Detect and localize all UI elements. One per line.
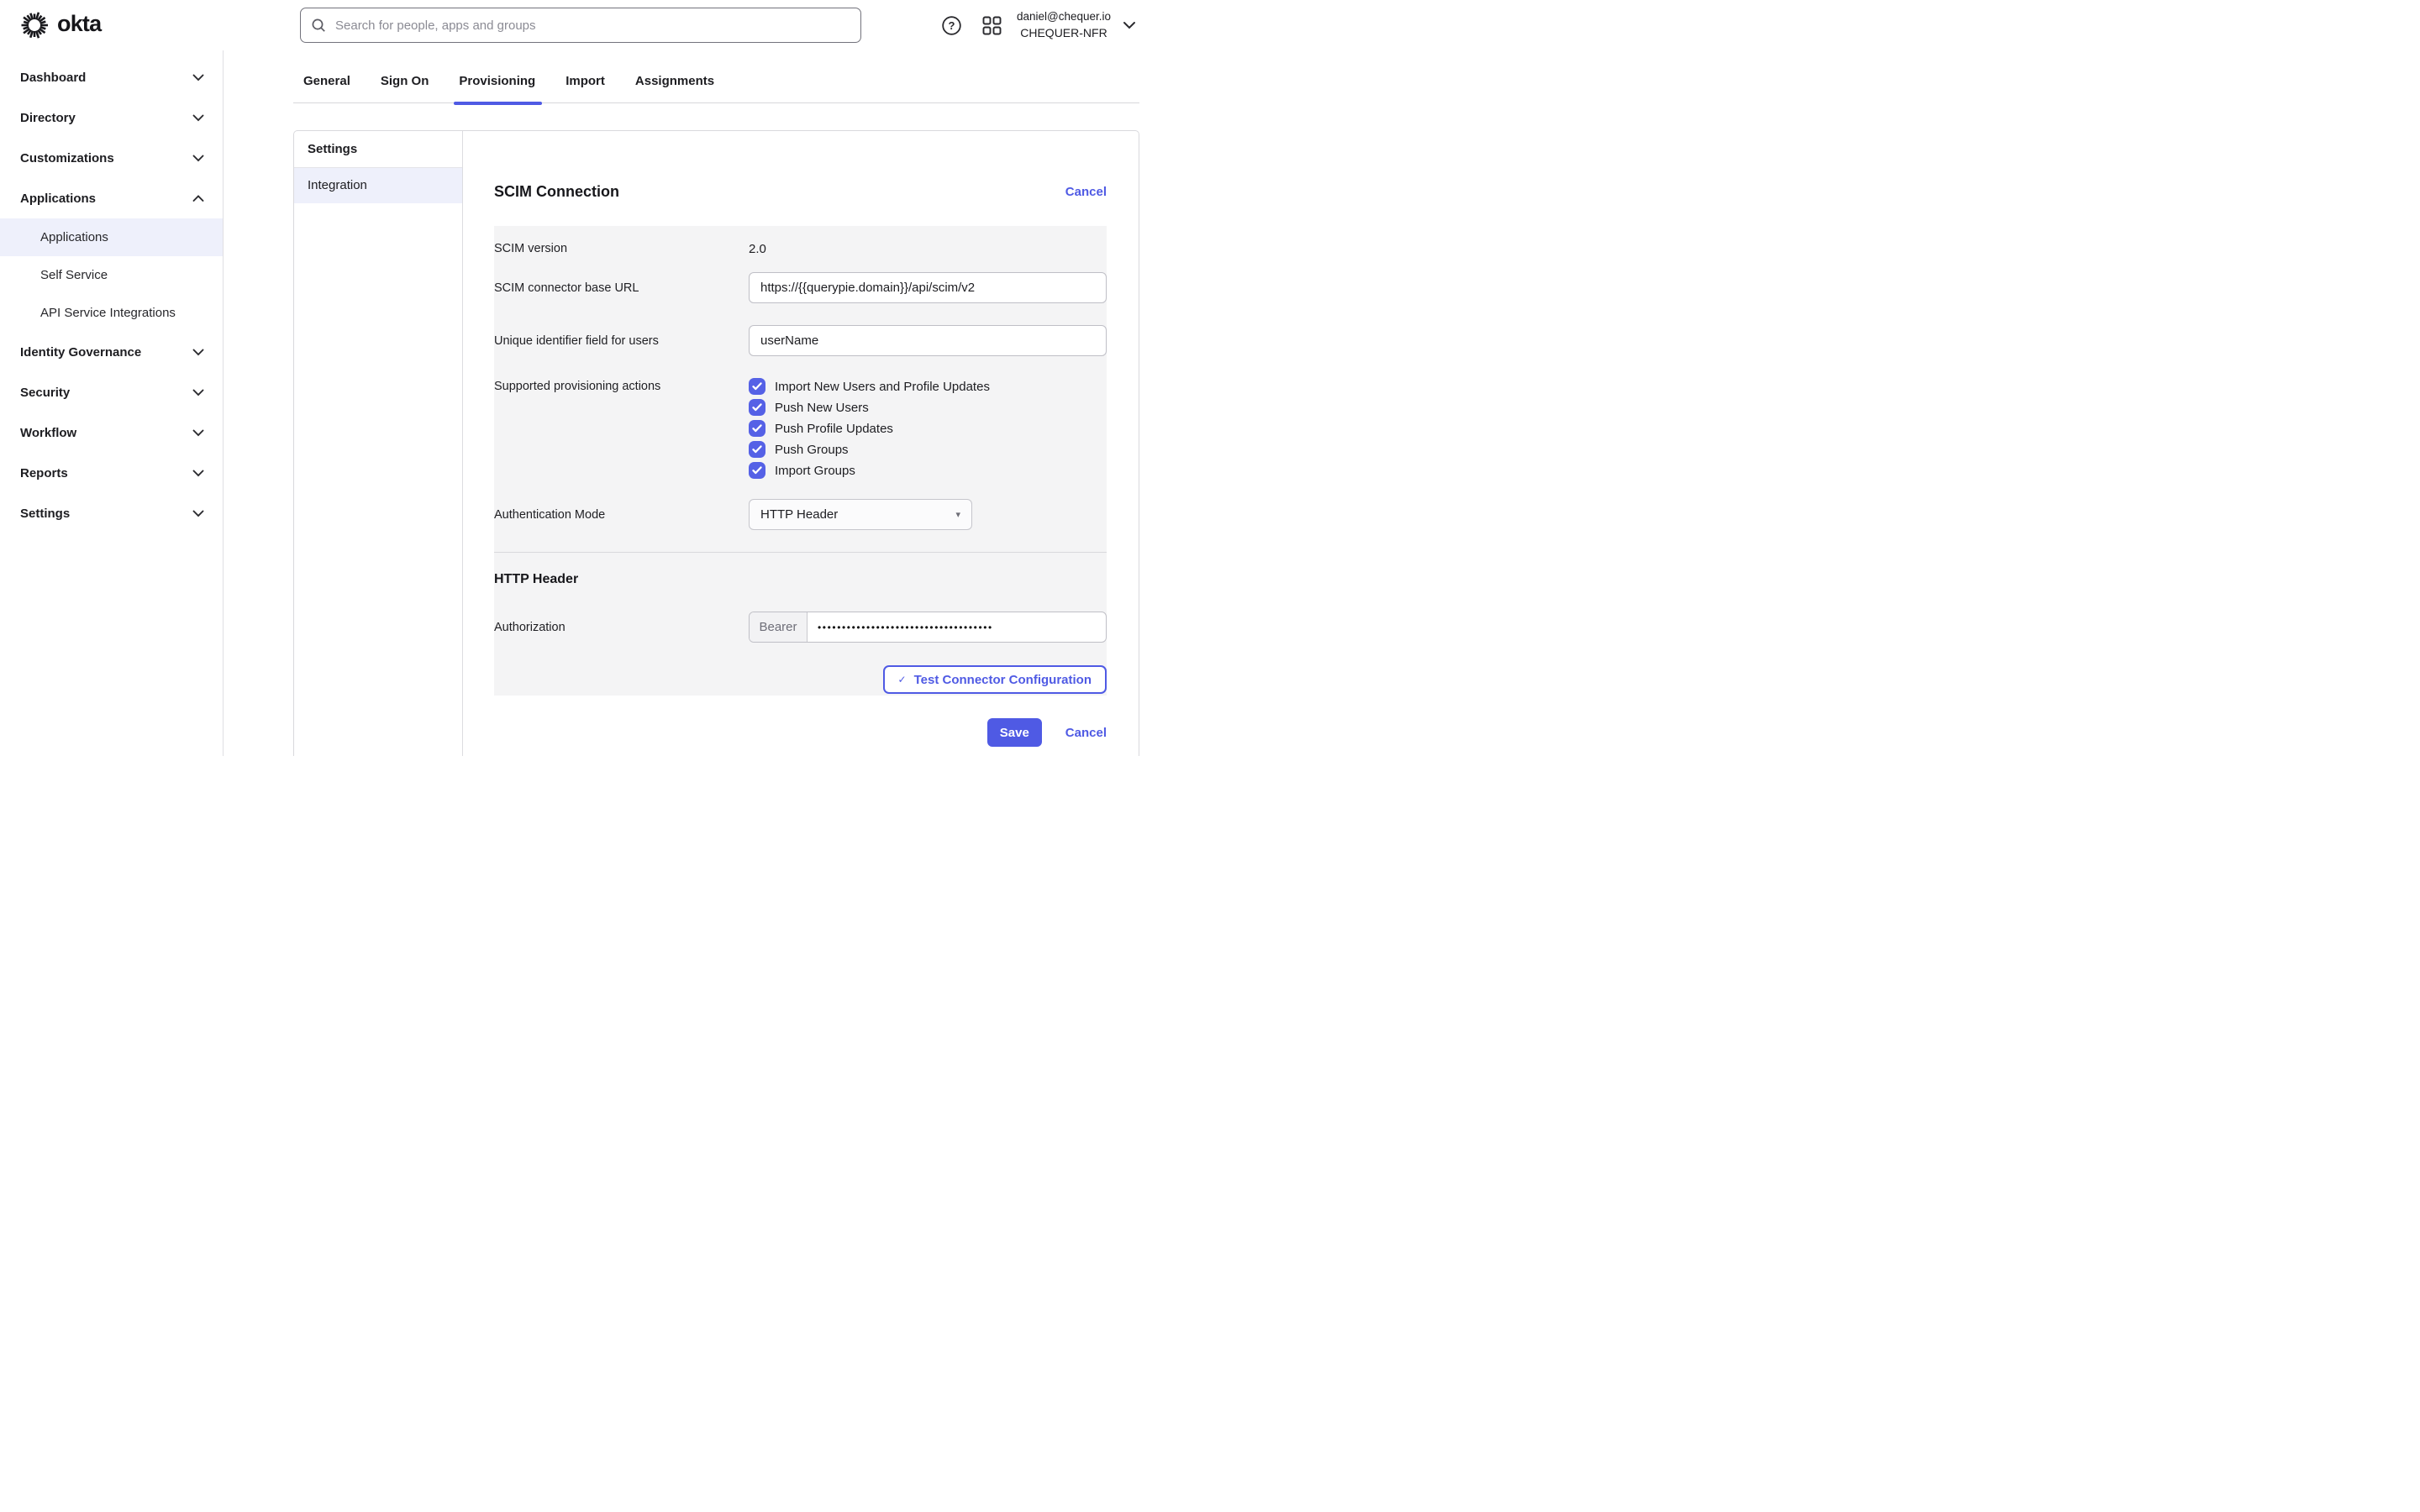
chevron-down-icon	[192, 349, 204, 356]
bearer-prefix: Bearer	[750, 612, 808, 642]
select-arrow-icon: ▾	[955, 509, 960, 520]
okta-admin-window: okta ?	[0, 0, 1210, 756]
check-icon: ✓	[898, 674, 907, 685]
sidebar: Dashboard Directory Customizations Appli…	[0, 50, 224, 756]
checkbox-import-groups[interactable]: Import Groups	[749, 462, 1107, 479]
scim-version-label: SCIM version	[494, 240, 749, 259]
sidebar-item-workflow[interactable]: Workflow	[0, 412, 223, 453]
checked-checkbox-icon	[749, 420, 765, 437]
checked-checkbox-icon	[749, 462, 765, 479]
checked-checkbox-icon	[749, 378, 765, 395]
chevron-down-icon	[192, 114, 204, 122]
chevron-down-icon	[192, 389, 204, 396]
sidebar-item-applications[interactable]: Applications	[0, 178, 223, 218]
tab-assignments[interactable]: Assignments	[635, 74, 714, 102]
account-chevron-down-icon[interactable]	[1123, 21, 1136, 29]
sidebar-item-applications-child[interactable]: Applications	[0, 218, 223, 256]
subnav-header: Settings	[294, 131, 462, 168]
svg-text:?: ?	[948, 19, 955, 32]
checkbox-push-groups[interactable]: Push Groups	[749, 441, 1107, 458]
auth-mode-select[interactable]: HTTP Header ▾	[749, 499, 972, 530]
checked-checkbox-icon	[749, 399, 765, 416]
okta-logo[interactable]: okta	[20, 11, 101, 39]
section-divider	[494, 552, 1107, 553]
sidebar-item-reports[interactable]: Reports	[0, 453, 223, 493]
tab-provisioning[interactable]: Provisioning	[459, 74, 535, 102]
base-url-label: SCIM connector base URL	[494, 272, 749, 303]
chevron-down-icon	[192, 470, 204, 477]
scim-connection-panel: SCIM Connection Cancel SCIM version 2.0 …	[463, 131, 1139, 756]
authorization-token-input[interactable]: ••••••••••••••••••••••••••••••••••••	[808, 612, 1106, 642]
main-content: General Sign On Provisioning Import Assi…	[224, 50, 1210, 756]
authorization-label: Authorization	[494, 612, 749, 643]
help-icon[interactable]: ?	[941, 15, 962, 36]
sidebar-item-api-service-integrations[interactable]: API Service Integrations	[0, 294, 223, 332]
scim-version-value: 2.0	[749, 240, 1107, 259]
provisioning-actions-label: Supported provisioning actions	[494, 378, 749, 479]
tab-general[interactable]: General	[303, 74, 350, 102]
chevron-down-icon	[192, 74, 204, 81]
account-org: CHEQUER-NFR	[1017, 25, 1111, 41]
chevron-down-icon	[192, 510, 204, 517]
sidebar-item-customizations[interactable]: Customizations	[0, 138, 223, 178]
tab-import[interactable]: Import	[566, 74, 605, 102]
app-grid-icon[interactable]	[982, 16, 1002, 35]
cancel-bottom-link[interactable]: Cancel	[1065, 726, 1107, 740]
auth-mode-label: Authentication Mode	[494, 499, 749, 530]
app-tabs: General Sign On Provisioning Import Assi…	[293, 74, 1139, 103]
tab-sign-on[interactable]: Sign On	[381, 74, 429, 102]
checked-checkbox-icon	[749, 441, 765, 458]
sidebar-item-identity-governance[interactable]: Identity Governance	[0, 332, 223, 372]
sidebar-item-self-service[interactable]: Self Service	[0, 256, 223, 294]
checkbox-import-new-users[interactable]: Import New Users and Profile Updates	[749, 378, 1107, 395]
search-input[interactable]	[334, 18, 850, 34]
account-email: daniel@chequer.io	[1017, 9, 1111, 24]
sidebar-item-dashboard[interactable]: Dashboard	[0, 57, 223, 97]
chevron-down-icon	[192, 429, 204, 437]
account-menu[interactable]: daniel@chequer.io CHEQUER-NFR	[1017, 9, 1111, 40]
sidebar-item-directory[interactable]: Directory	[0, 97, 223, 138]
auth-mode-selected-value: HTTP Header	[760, 507, 838, 522]
chevron-up-icon	[192, 195, 204, 202]
checkbox-push-new-users[interactable]: Push New Users	[749, 399, 1107, 416]
sidebar-item-security[interactable]: Security	[0, 372, 223, 412]
unique-identifier-label: Unique identifier field for users	[494, 325, 749, 356]
http-header-section-title: HTTP Header	[494, 570, 1107, 589]
search-icon	[311, 18, 326, 33]
scim-form-section: SCIM version 2.0 SCIM connector base URL…	[494, 226, 1107, 696]
save-button[interactable]: Save	[987, 718, 1042, 747]
global-search[interactable]	[300, 8, 861, 43]
top-bar: okta ?	[0, 0, 1210, 50]
test-connector-configuration-button[interactable]: ✓ Test Connector Configuration	[883, 665, 1107, 694]
cancel-top-link[interactable]: Cancel	[1065, 185, 1107, 199]
base-url-input[interactable]	[749, 272, 1107, 303]
provisioning-card: Settings Integration SCIM Connection Can…	[293, 130, 1139, 756]
unique-identifier-input[interactable]	[749, 325, 1107, 356]
checkbox-push-profile-updates[interactable]: Push Profile Updates	[749, 420, 1107, 437]
okta-wordmark: okta	[57, 11, 101, 37]
settings-subnav: Settings Integration	[294, 131, 463, 756]
page-title: SCIM Connection	[494, 183, 619, 201]
okta-sunburst-icon	[20, 11, 49, 39]
authorization-input-group: Bearer •••••••••••••••••••••••••••••••••…	[749, 612, 1107, 643]
chevron-down-icon	[192, 155, 204, 162]
topbar-right-cluster: ? daniel@chequer.io CHEQUER-NFR	[941, 0, 1136, 50]
sidebar-item-settings[interactable]: Settings	[0, 493, 223, 533]
subnav-item-integration[interactable]: Integration	[294, 168, 462, 203]
